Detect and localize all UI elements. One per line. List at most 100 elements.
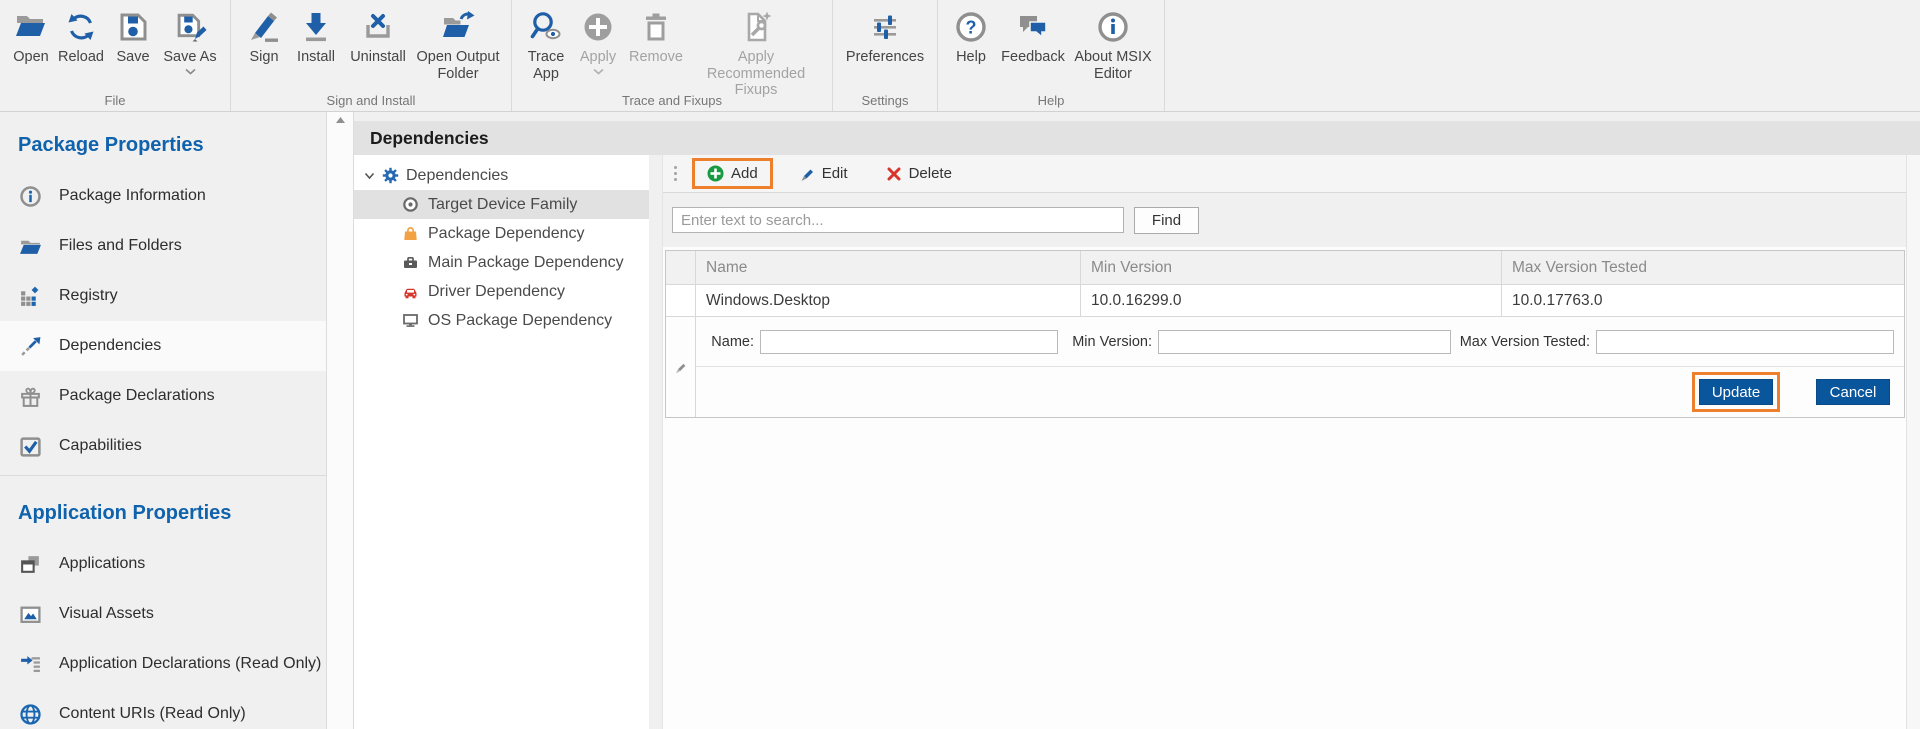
sidebar-item-registry[interactable]: Registry bbox=[0, 271, 326, 321]
open-button[interactable]: Open bbox=[8, 7, 54, 66]
about-info-icon bbox=[1096, 7, 1130, 47]
toolbar-drag-handle-icon[interactable] bbox=[668, 166, 682, 181]
sidebar-item-application-declarations[interactable]: Application Declarations (Read Only) bbox=[0, 639, 326, 689]
page-title: Dependencies bbox=[354, 121, 1920, 155]
sidebar-item-content-uris[interactable]: Content URIs (Read Only) bbox=[0, 689, 326, 729]
sidebar-item-label: Visual Assets bbox=[59, 605, 154, 623]
open-output-folder-button[interactable]: Open Output Folder bbox=[413, 7, 503, 82]
globe-icon bbox=[18, 702, 42, 726]
cell-name: Windows.Desktop bbox=[696, 285, 1081, 316]
ribbon-group-help: ? Help Feedback About MSIX Editor Help bbox=[938, 0, 1165, 111]
column-header-max-version-tested[interactable]: Max Version Tested bbox=[1502, 251, 1904, 284]
remove-trash-icon bbox=[639, 7, 673, 47]
sidebar-item-package-information[interactable]: Package Information bbox=[0, 171, 326, 221]
grid-header-row: Name Min Version Max Version Tested bbox=[666, 251, 1904, 285]
sign-label: Sign bbox=[249, 49, 278, 66]
ribbon-group-trace-fixups-label: Trace and Fixups bbox=[512, 93, 832, 108]
install-button[interactable]: Install bbox=[289, 7, 343, 66]
tree-item-label: Driver Dependency bbox=[428, 283, 565, 301]
feedback-label: Feedback bbox=[1001, 49, 1065, 66]
sidebar-item-label: Capabilities bbox=[59, 437, 142, 455]
save-icon bbox=[116, 7, 150, 47]
add-button-highlight: Add bbox=[692, 158, 773, 189]
tree-item-label: OS Package Dependency bbox=[428, 312, 612, 330]
sidebar-scrollbar[interactable] bbox=[326, 112, 354, 729]
about-msix-editor-button[interactable]: About MSIX Editor bbox=[1070, 7, 1156, 82]
delete-x-icon bbox=[886, 166, 902, 182]
right-panel-scrollbar[interactable] bbox=[1906, 155, 1920, 729]
declarations-arrow-list-icon bbox=[18, 652, 42, 676]
sidebar-item-dependencies[interactable]: Dependencies bbox=[0, 321, 326, 371]
table-row[interactable]: Windows.Desktop 10.0.16299.0 10.0.17763.… bbox=[666, 285, 1904, 317]
chevron-down-icon[interactable] bbox=[364, 171, 375, 181]
sidebar-item-package-declarations[interactable]: Package Declarations bbox=[0, 371, 326, 421]
tree-root-label: Dependencies bbox=[406, 167, 508, 185]
delete-button[interactable]: Delete bbox=[874, 161, 964, 186]
edit-button[interactable]: Edit bbox=[787, 161, 860, 186]
sidebar-item-applications[interactable]: Applications bbox=[0, 539, 326, 589]
tree-item-label: Main Package Dependency bbox=[428, 254, 624, 272]
shopping-bag-icon bbox=[402, 225, 419, 242]
scroll-up-arrow-icon[interactable] bbox=[327, 117, 353, 123]
min-version-field[interactable] bbox=[1158, 330, 1451, 354]
ribbon-group-sign-install: Sign Install Uninstall Open Output Folde… bbox=[231, 0, 512, 111]
visual-assets-image-icon bbox=[18, 602, 42, 626]
search-input[interactable] bbox=[672, 207, 1124, 233]
ribbon-group-file-label: File bbox=[0, 93, 230, 108]
column-header-name[interactable]: Name bbox=[696, 251, 1081, 284]
find-button[interactable]: Find bbox=[1134, 207, 1199, 234]
delete-label: Delete bbox=[909, 165, 952, 182]
sidebar-item-files-and-folders[interactable]: Files and Folders bbox=[0, 221, 326, 271]
sidebar-item-label: Files and Folders bbox=[59, 237, 182, 255]
car-icon bbox=[402, 283, 419, 300]
name-field[interactable] bbox=[760, 330, 1058, 354]
max-version-tested-field[interactable] bbox=[1596, 330, 1894, 354]
save-as-button[interactable]: Save As bbox=[158, 7, 222, 75]
tree-item-os-package-dependency[interactable]: OS Package Dependency bbox=[354, 306, 649, 335]
reload-button[interactable]: Reload bbox=[54, 7, 108, 66]
tree-item-driver-dependency[interactable]: Driver Dependency bbox=[354, 277, 649, 306]
tree-item-target-device-family[interactable]: Target Device Family bbox=[354, 190, 649, 219]
registry-icon bbox=[18, 284, 42, 308]
sidebar: Package Properties Package Information F… bbox=[0, 112, 326, 729]
sidebar-item-label: Content URIs (Read Only) bbox=[59, 705, 246, 723]
update-button[interactable]: Update bbox=[1699, 379, 1773, 405]
trace-app-button[interactable]: Trace App bbox=[520, 7, 572, 82]
search-row: Find bbox=[663, 193, 1920, 247]
tree-item-label: Package Dependency bbox=[428, 225, 585, 243]
preferences-label: Preferences bbox=[846, 49, 924, 66]
help-label: Help bbox=[956, 49, 986, 66]
help-button[interactable]: ? Help bbox=[946, 7, 996, 66]
dependencies-arrow-icon bbox=[18, 334, 42, 358]
edit-form-fields: Name: Min Version: Max Version Tested: bbox=[696, 317, 1904, 366]
install-icon bbox=[299, 7, 333, 47]
install-label: Install bbox=[297, 49, 335, 66]
chevron-down-icon bbox=[593, 68, 604, 75]
sidebar-item-visual-assets[interactable]: Visual Assets bbox=[0, 589, 326, 639]
panel-splitter[interactable] bbox=[649, 155, 662, 729]
apply-recommended-fixups-button: Apply Recommended Fixups bbox=[688, 7, 824, 99]
open-folder-icon bbox=[14, 7, 48, 47]
reload-label: Reload bbox=[58, 49, 104, 66]
apply-icon bbox=[581, 7, 615, 47]
uninstall-button[interactable]: Uninstall bbox=[343, 7, 413, 66]
apply-button: Apply bbox=[572, 7, 624, 75]
tree-item-main-package-dependency[interactable]: Main Package Dependency bbox=[354, 248, 649, 277]
remove-label: Remove bbox=[629, 49, 683, 66]
save-button[interactable]: Save bbox=[108, 7, 158, 66]
preferences-button[interactable]: Preferences bbox=[841, 7, 929, 66]
add-button[interactable]: Add bbox=[695, 161, 770, 186]
column-header-min-version[interactable]: Min Version bbox=[1081, 251, 1502, 284]
tree-item-package-dependency[interactable]: Package Dependency bbox=[354, 219, 649, 248]
dependencies-grid: Name Min Version Max Version Tested Wind… bbox=[665, 250, 1905, 418]
open-output-folder-icon bbox=[441, 7, 475, 47]
tree-root-dependencies[interactable]: Dependencies bbox=[354, 161, 649, 190]
cancel-button[interactable]: Cancel bbox=[1816, 379, 1890, 405]
add-plus-icon bbox=[707, 165, 724, 182]
gift-box-icon bbox=[18, 384, 42, 408]
sidebar-item-label: Registry bbox=[59, 287, 118, 305]
feedback-button[interactable]: Feedback bbox=[996, 7, 1070, 66]
sign-button[interactable]: Sign bbox=[239, 7, 289, 66]
save-label: Save bbox=[116, 49, 149, 66]
sidebar-item-capabilities[interactable]: Capabilities bbox=[0, 421, 326, 471]
